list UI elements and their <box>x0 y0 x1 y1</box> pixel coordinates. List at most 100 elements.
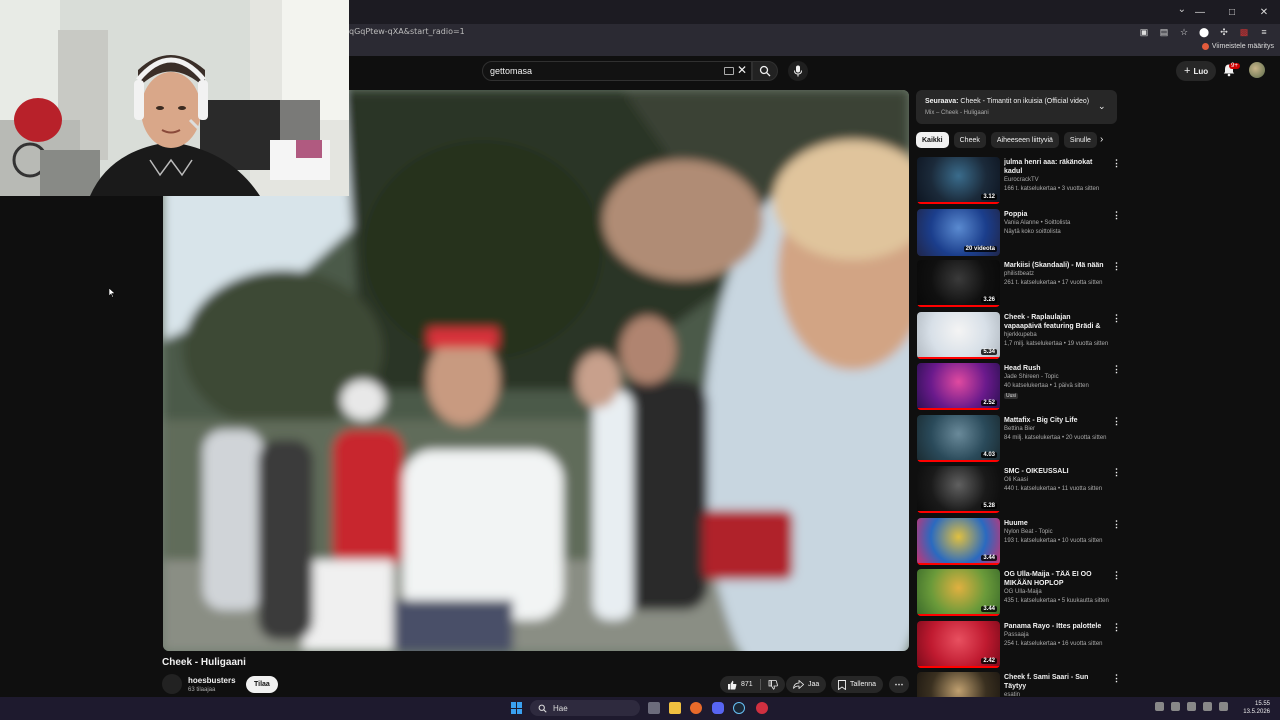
recommendation-item[interactable]: 4.03 Mattafix - Big City Life Bettina Bier… <box>916 414 1121 466</box>
chip-related[interactable]: Aiheeseen liittyviä <box>990 132 1059 148</box>
clear-search-icon[interactable]: ✕ <box>737 63 747 77</box>
recommendation-title[interactable]: OG Ulla-Maija - TÄÄ EI OO MIKÄÄN HOPLOP <box>1004 570 1108 588</box>
menu-icon[interactable]: ≡ <box>1258 26 1270 38</box>
task-view-icon[interactable] <box>648 702 660 714</box>
voice-search-button[interactable] <box>788 61 808 81</box>
more-vertical-icon[interactable]: ⋮ <box>1112 210 1121 221</box>
video-thumbnail[interactable]: 3.44 <box>917 569 1000 616</box>
windows-start-icon[interactable] <box>511 702 523 714</box>
search-input[interactable]: gettomasa ✕ <box>482 61 752 81</box>
video-thumbnail[interactable]: 5.28 <box>917 466 1000 513</box>
firefox-icon[interactable] <box>690 702 702 714</box>
recommendation-title[interactable]: julma henri aaa: räkänokat kadul <box>1004 158 1108 176</box>
video-thumbnail[interactable]: 3.26 <box>917 260 1000 307</box>
recommendation-item[interactable]: 3.12 julma henri aaa: räkänokat kadul Euro… <box>916 156 1121 208</box>
chevron-right-icon[interactable]: › <box>1100 134 1103 145</box>
video-thumbnail[interactable]: 4.03 <box>917 414 1000 462</box>
bookmark-finish-setup[interactable]: Viimeistele määritys <box>1201 43 1274 50</box>
chip-all[interactable]: Kaikki <box>916 132 949 148</box>
video-thumbnail[interactable]: 3.12 <box>917 157 1000 204</box>
tray-chevron-icon[interactable] <box>1155 702 1164 711</box>
minimize-button[interactable]: — <box>1184 0 1216 24</box>
more-vertical-icon[interactable]: ⋮ <box>1112 519 1121 530</box>
bookmark-star-icon[interactable]: ☆ <box>1178 26 1190 38</box>
account-avatar[interactable] <box>1249 62 1265 78</box>
discord-icon[interactable] <box>712 702 724 714</box>
recommendation-title[interactable]: Poppia <box>1004 210 1108 219</box>
extension-badge-icon[interactable]: ▩ <box>1238 26 1250 38</box>
url-bar[interactable]: qGqPtew-qXA&start_radio=1 <box>349 27 465 36</box>
more-vertical-icon[interactable]: ⋮ <box>1112 158 1121 169</box>
save-button[interactable]: Tallenna <box>831 676 884 693</box>
dislike-thumbs-down-icon[interactable] <box>768 679 778 690</box>
close-window-button[interactable]: ✕ <box>1248 0 1280 24</box>
more-actions-button[interactable]: ⋯ <box>889 676 909 693</box>
more-vertical-icon[interactable]: ⋮ <box>1112 313 1121 324</box>
recommendation-item[interactable]: 3.44 OG Ulla-Maija - TÄÄ EI OO MIKÄÄN HOP… <box>916 568 1121 620</box>
more-vertical-icon[interactable]: ⋮ <box>1112 416 1121 427</box>
recommendation-channel[interactable]: OG Ulla-Maija <box>1004 589 1042 595</box>
more-vertical-icon[interactable]: ⋮ <box>1112 364 1121 375</box>
more-vertical-icon[interactable]: ⋮ <box>1112 570 1121 581</box>
like-button[interactable]: 871 <box>727 680 753 690</box>
obs-icon[interactable] <box>756 702 768 714</box>
recommendation-channel[interactable]: EurocrackTV <box>1004 177 1039 183</box>
video-thumbnail[interactable]: 5.34 <box>917 311 1000 359</box>
recommendation-title[interactable]: Huume <box>1004 519 1108 528</box>
screenshot-icon[interactable]: ▣ <box>1138 26 1150 38</box>
recommendation-title[interactable]: Cheek f. Sami Saari - Sun Täytyy <box>1004 673 1108 691</box>
file-explorer-icon[interactable] <box>669 702 681 714</box>
recommendation-title[interactable]: SMC - OIKEUSSALI <box>1004 467 1108 476</box>
recommendation-channel[interactable]: Passaaja <box>1004 632 1029 638</box>
recommendation-channel[interactable]: Oli Kaasi <box>1004 477 1028 483</box>
recommendation-channel[interactable]: Bettina Bier <box>1004 426 1035 432</box>
recommendation-item[interactable]: 3.44 Huume Nylon Beat - Topic 193 t. katsel… <box>916 517 1121 569</box>
video-thumbnail[interactable]: 2.42 <box>917 620 1000 668</box>
recommendation-item[interactable]: 3.26 Markiisi (Skandaali) - Mä nään philis… <box>916 259 1121 311</box>
recommendation-title[interactable]: Panama Rayo - Ittes palottele <box>1004 622 1108 631</box>
recommendation-channel[interactable]: Vania Alanne • Soittolista <box>1004 220 1070 226</box>
network-icon[interactable] <box>1203 702 1212 711</box>
share-button[interactable]: Jaa <box>786 676 827 693</box>
chevron-down-icon[interactable]: ⌄ <box>1098 101 1106 112</box>
recommendation-item[interactable]: 2.42 Panama Rayo - Ittes palottele Passaaj… <box>916 620 1121 672</box>
extensions-icon[interactable]: ✣ <box>1218 26 1230 38</box>
channel-avatar[interactable] <box>162 674 182 694</box>
reader-view-icon[interactable]: ▤ <box>1158 26 1170 38</box>
subscribe-button[interactable]: Tilaa <box>246 676 278 693</box>
chip-cheek[interactable]: Cheek <box>953 132 986 148</box>
more-vertical-icon[interactable]: ⋮ <box>1112 261 1121 272</box>
taskbar-search[interactable]: Hae <box>530 700 640 716</box>
video-thumbnail[interactable]: 20 videota <box>917 208 1000 256</box>
recommendation-item[interactable]: 5.28 SMC - OIKEUSSALI Oli Kaasi 440 t. kats… <box>916 465 1121 517</box>
recommendation-title[interactable]: Cheek - Raplaulajan vapaapäivä featuring… <box>1004 313 1108 331</box>
recommendation-item[interactable]: 2.52 Head Rush Jade Shireen - Topic 40 kats… <box>916 362 1121 414</box>
channel-name[interactable]: hoesbusters <box>188 676 236 685</box>
more-vertical-icon[interactable]: ⋮ <box>1112 673 1121 684</box>
recommendation-title[interactable]: Markiisi (Skandaali) - Mä nään <box>1004 261 1108 270</box>
steam-icon[interactable] <box>733 702 745 714</box>
recommendation-channel[interactable]: hjerkkupeba <box>1004 332 1037 338</box>
video-thumbnail[interactable]: 2.52 <box>917 363 1000 410</box>
bluetooth-icon[interactable] <box>1171 702 1180 711</box>
keyboard-icon[interactable] <box>724 67 734 75</box>
recommendation-title[interactable]: Mattafix - Big City Life <box>1004 416 1108 425</box>
recommendation-channel[interactable]: Jade Shireen - Topic <box>1004 374 1059 380</box>
maximize-button[interactable]: □ <box>1216 0 1248 24</box>
recommendation-item[interactable]: 20 videota Poppia Vania Alanne • Soittolis… <box>916 208 1121 260</box>
microphone-tray-icon[interactable] <box>1187 702 1196 711</box>
chip-for-you[interactable]: Sinulle <box>1063 132 1097 148</box>
video-thumbnail[interactable]: 3.44 <box>917 517 1000 565</box>
more-vertical-icon[interactable]: ⋮ <box>1112 467 1121 478</box>
taskbar-clock[interactable]: 15.55 13.5.2026 <box>1243 700 1270 716</box>
recommendation-item[interactable]: 5.34 Cheek - Raplaulajan vapaapäivä featu… <box>916 311 1121 363</box>
more-vertical-icon[interactable]: ⋮ <box>1112 622 1121 633</box>
search-button[interactable] <box>752 61 778 81</box>
up-next-panel[interactable]: Seuraava: Cheek - Timantit on ikuisia (O… <box>916 90 1117 124</box>
volume-icon[interactable] <box>1219 702 1228 711</box>
create-button[interactable]: + Luo <box>1176 61 1217 81</box>
recommendation-title[interactable]: Head Rush <box>1004 364 1108 373</box>
ublock-icon[interactable]: ⬤ <box>1198 26 1210 38</box>
recommendation-channel[interactable]: Nylon Beat - Topic <box>1004 529 1053 535</box>
recommendation-channel[interactable]: philistbeatz <box>1004 271 1034 277</box>
